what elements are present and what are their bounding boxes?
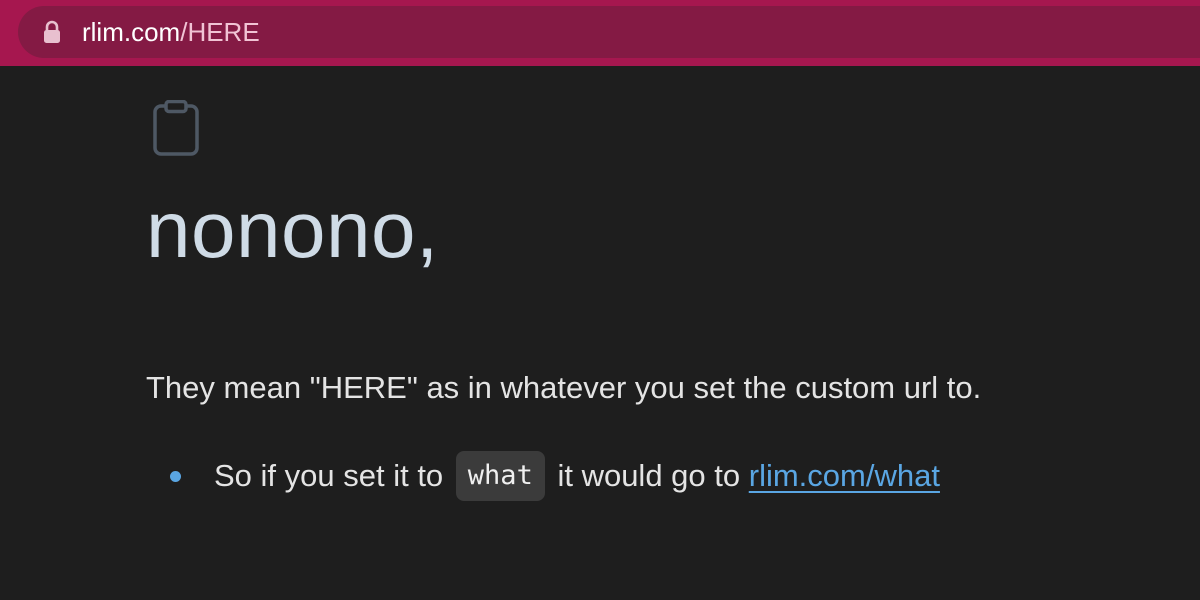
url-host: rlim.com <box>82 17 181 47</box>
lock-icon[interactable] <box>42 20 62 44</box>
bullet-text-middle: it would go to <box>557 458 741 493</box>
page-content: nonono, They mean "HERE" as in whatever … <box>0 66 1200 600</box>
inline-code: what <box>455 450 545 501</box>
example-link[interactable]: rlim.com/what <box>749 458 940 493</box>
clipboard-icon[interactable] <box>152 100 200 158</box>
bullet-text-before: So if you set it to <box>214 458 444 493</box>
list-item: So if you set it to what it would go to … <box>146 450 940 503</box>
page-title: nonono, <box>146 185 439 274</box>
browser-toolbar: rlim.com/HERE <box>0 0 1200 66</box>
bullet-dot <box>170 471 181 482</box>
url-text[interactable]: rlim.com/HERE <box>82 15 260 49</box>
url-path: /HERE <box>180 17 260 47</box>
explanation-paragraph: They mean "HERE" as in whatever you set … <box>146 370 982 405</box>
bullet-list: So if you set it to what it would go to … <box>146 450 940 503</box>
